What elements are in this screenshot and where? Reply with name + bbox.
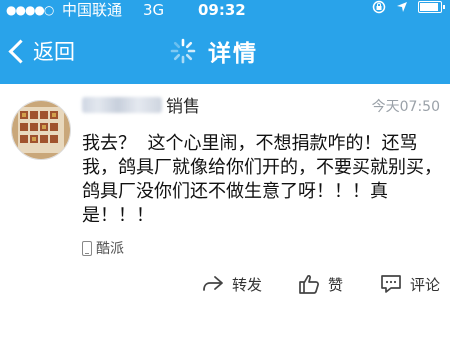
lock-rotation-icon <box>372 0 386 14</box>
status-bar: ●●●●○ 中国联通 3G 09:32 <box>0 0 450 20</box>
like-label: 赞 <box>328 275 344 294</box>
carrier-name: 中国联通 <box>62 1 123 19</box>
nav-title-group: 详情 <box>170 34 258 68</box>
back-button[interactable]: 返回 <box>6 34 75 68</box>
like-button[interactable]: 赞 <box>298 268 343 300</box>
post-content: 我去？ 这个心里闹，不想捐款咋的！还骂我，鸽具厂就像给你们开的，不要买就别买，鸽… <box>82 133 442 226</box>
back-label: 返回 <box>33 40 75 64</box>
top-bar: ●●●●○ 中国联通 3G 09:32 返回 详情 <box>0 0 450 84</box>
forward-icon <box>203 276 223 291</box>
thumb-up-icon <box>299 275 319 294</box>
forward-button[interactable]: 转发 <box>202 268 262 300</box>
action-bar: 转发 赞 评论 <box>0 268 450 300</box>
avatar-image <box>12 101 70 159</box>
forward-label: 转发 <box>232 275 263 294</box>
post-card: 销售 今天07:50 我去？ 这个心里闹，不想捐款咋的！还骂我，鸽具厂就像给你们… <box>0 84 450 337</box>
comment-icon <box>381 275 401 293</box>
blurred-author-name <box>82 96 162 113</box>
comment-button[interactable]: 评论 <box>380 268 440 300</box>
phone-icon <box>82 240 92 256</box>
status-time: 09:32 <box>198 1 246 19</box>
battery-icon <box>418 1 445 13</box>
post-author[interactable]: 销售 <box>82 92 200 117</box>
post-time: 今天07:50 <box>371 99 440 115</box>
author-suffix: 销售 <box>166 97 200 117</box>
source-label: 酷派 <box>96 241 124 257</box>
signal-strength: ●●●●○ <box>6 3 54 17</box>
nav-bar: 返回 详情 <box>0 20 450 84</box>
avatar[interactable] <box>11 100 71 160</box>
location-arrow-icon <box>397 2 407 12</box>
battery-fill <box>420 3 438 11</box>
network-type: 3G <box>143 1 165 19</box>
comment-label: 评论 <box>410 275 441 294</box>
loading-spinner-icon <box>170 38 196 64</box>
status-icons <box>372 0 445 14</box>
page-title: 详情 <box>208 41 258 67</box>
post-source: 酷派 <box>82 238 124 258</box>
back-chevron-icon <box>8 38 33 64</box>
